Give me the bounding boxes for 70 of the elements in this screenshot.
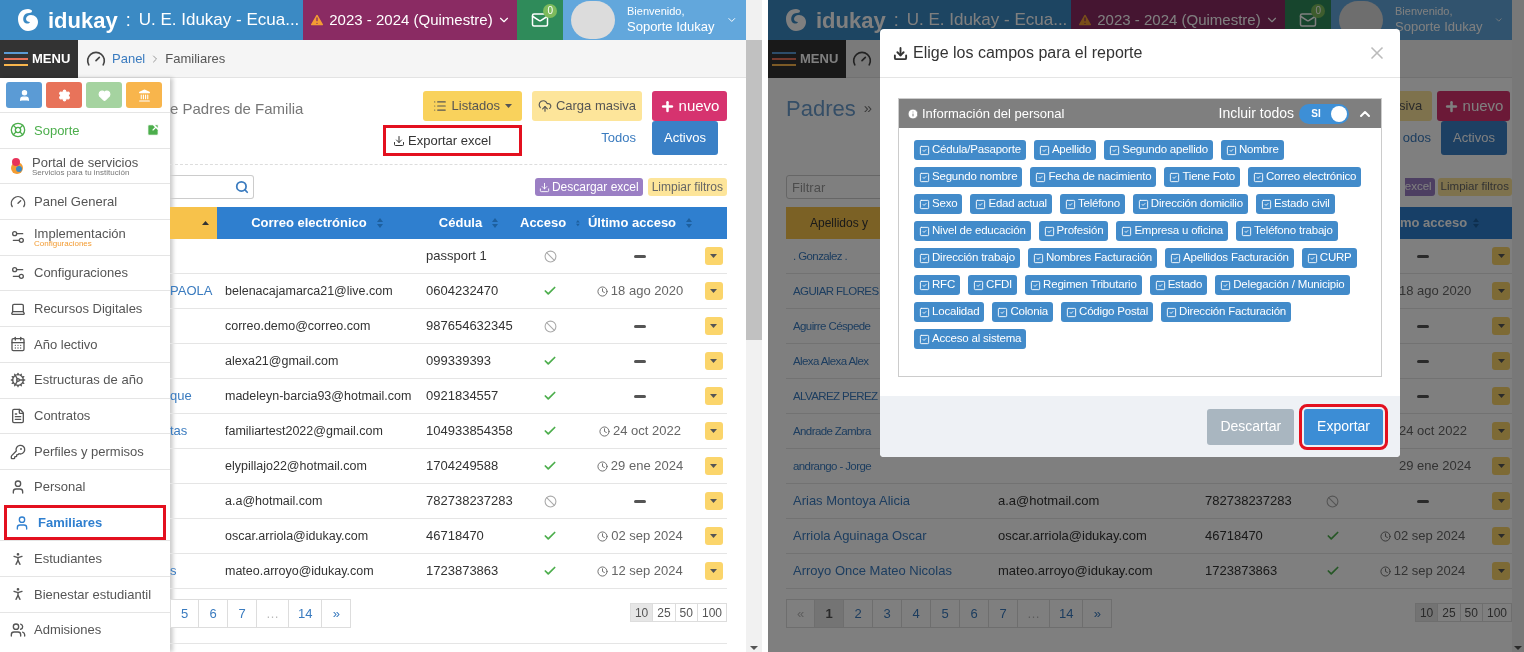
email-cell: alexa21@gmail.com <box>225 354 339 369</box>
id-number-cell: passport 1 <box>426 248 487 264</box>
brand-name: idukay <box>48 6 118 35</box>
last-access-date: 12 sep 2024 <box>611 562 683 581</box>
unread-badge: 0 <box>1311 4 1325 18</box>
menu-subtitle: Servicios para tu institución <box>32 168 131 177</box>
user-name: Soporte Idukay <box>1395 18 1483 35</box>
menu-label: Portal de servicios <box>32 155 139 169</box>
menu-label: Estructuras de año <box>34 371 144 390</box>
section-title: Información del personal <box>922 104 1065 123</box>
id-number-cell: 782738237283 <box>1205 493 1292 509</box>
include-all-label: Incluir todos <box>1218 104 1294 123</box>
id-number-cell: 099339393 <box>426 353 492 369</box>
menu-label: Año lectivo <box>34 335 98 354</box>
email-cell: belenacajamarca21@live.com <box>225 284 393 299</box>
institution-name: U. E. Idukay - Ecua... <box>138 9 300 32</box>
last-access-date: 02 sep 2024 <box>1393 527 1466 546</box>
email-cell: familiartest2022@gmail.com <box>225 424 383 439</box>
email-cell: oscar.arriola@idukay.com <box>225 529 369 544</box>
menu-label: Implementación <box>34 226 126 240</box>
unread-badge: 0 <box>543 4 557 18</box>
breadcrumb-current: Familiares <box>165 49 226 68</box>
last-access-date: 24 oct 2022 <box>613 422 681 441</box>
separator: : <box>125 9 131 32</box>
brand-name: idukay <box>816 6 886 35</box>
id-number-cell: 46718470 <box>426 528 484 544</box>
menu-label: Perfiles y permisos <box>34 442 144 461</box>
id-number-cell: 46718470 <box>1205 528 1263 544</box>
email-cell: a.a@hotmail.com <box>998 493 1100 509</box>
menu-label: Personal <box>34 478 86 497</box>
email-cell: madeleyn-barcia93@hotmail.com <box>225 389 412 404</box>
id-number-cell: 987654632345 <box>426 318 513 334</box>
page-title: e Padres de Familia <box>170 99 304 119</box>
menu-label: Admisiones <box>34 621 102 640</box>
last-access-date: 12 sep 2024 <box>1393 562 1466 581</box>
id-number-cell: 1723873863 <box>426 563 499 579</box>
id-number-cell: 1723873863 <box>1205 563 1278 579</box>
email-cell: elypillajo22@hotmail.com <box>225 459 367 474</box>
menu-label: Soporte <box>34 121 80 140</box>
dialog-title: Elige los campos para el reporte <box>913 43 1143 63</box>
menu-label: Panel General <box>34 192 118 211</box>
email-cell: mateo.arroyo@idukay.com <box>225 564 374 579</box>
last-access-date: 29 ene 2024 <box>1399 457 1472 476</box>
title-separator: » <box>863 98 873 118</box>
email-cell: a.a@hotmail.com <box>225 494 323 509</box>
id-number-cell: 1704249588 <box>426 458 499 474</box>
menu-label: Recursos Digitales <box>34 300 143 319</box>
id-number-cell: 0604232470 <box>426 283 499 299</box>
id-number-cell: 104933854358 <box>426 423 513 439</box>
institution-name: U. E. Idukay - Ecua... <box>906 9 1068 32</box>
email-cell: correo.demo@correo.com <box>225 319 371 334</box>
last-access-date: 18 ago 2020 <box>610 282 684 301</box>
menu-label: Estudiantes <box>34 549 102 568</box>
user-name: Soporte Idukay <box>627 18 715 35</box>
last-access-date: 24 oct 2022 <box>1399 422 1467 441</box>
page-title: Padres <box>786 95 856 123</box>
last-access-date: 02 sep 2024 <box>611 527 683 546</box>
greeting: Bienvenido, <box>627 5 686 19</box>
last-access-date: 29 ene 2024 <box>610 457 684 476</box>
separator: : <box>893 9 899 32</box>
email-cell: oscar.arriola@idukay.com <box>998 528 1147 544</box>
email-cell: mateo.arroyo@idukay.com <box>998 563 1153 579</box>
menu-label: Familiares <box>38 514 103 533</box>
id-number-cell: 782738237283 <box>426 493 513 509</box>
menu-label: Contratos <box>34 407 91 426</box>
menu-label: Configuraciones <box>34 264 128 283</box>
greeting: Bienvenido, <box>1395 5 1454 19</box>
menu-label: Bienestar estudiantil <box>34 585 152 604</box>
id-number-cell: 0921834557 <box>426 388 499 404</box>
last-access-date: 18 ago 2020 <box>1399 282 1472 301</box>
